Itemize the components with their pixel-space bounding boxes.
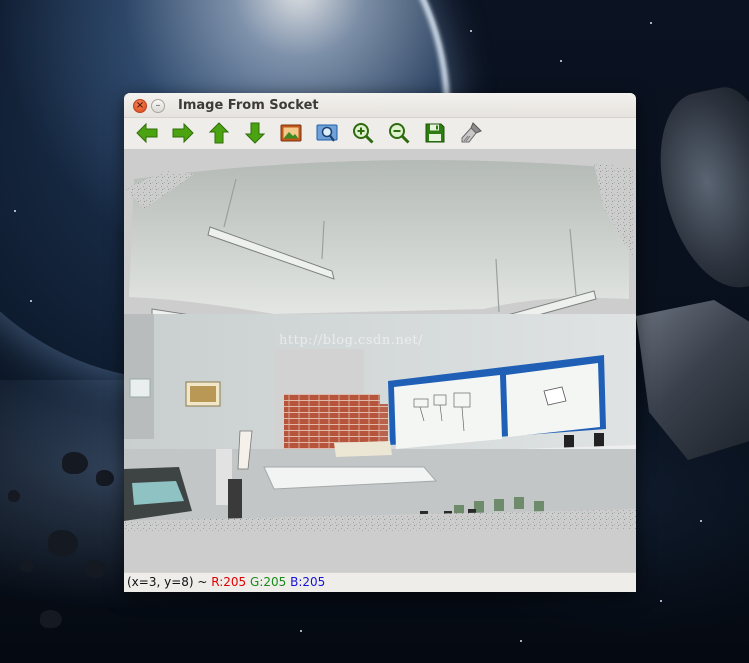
asteroid-graphic: [645, 80, 749, 300]
star: [300, 630, 302, 632]
status-green-value: G:205: [250, 575, 287, 589]
save-icon: [425, 123, 445, 143]
status-blue-value: B:205: [290, 575, 326, 589]
watermark-text: http://blog.csdn.net/: [279, 333, 423, 348]
image-viewer-window: × – Image From Socket http://blog.csdn.n…: [124, 93, 636, 592]
star: [14, 210, 16, 212]
arrow-up-icon: [208, 122, 230, 144]
image-canvas[interactable]: http://blog.csdn.net/: [124, 149, 636, 572]
rock-7: [8, 490, 20, 502]
brush-icon: [461, 122, 482, 143]
zoom-original-button[interactable]: [276, 119, 306, 147]
pan-down-button[interactable]: [240, 119, 270, 147]
zoom-out-icon: [389, 123, 410, 144]
save-button[interactable]: [420, 119, 450, 147]
star: [560, 60, 562, 62]
pan-right-button[interactable]: [168, 119, 198, 147]
star: [650, 22, 652, 24]
rock-6: [40, 610, 62, 628]
zoom-fit-icon: [316, 124, 338, 142]
zoom-out-button[interactable]: [384, 119, 414, 147]
depth-camera-image: [124, 160, 636, 572]
properties-button[interactable]: [456, 119, 486, 147]
spaceship-graphic: [636, 300, 749, 460]
arrow-right-icon: [172, 122, 194, 144]
rock-4: [20, 560, 34, 572]
star: [660, 600, 662, 602]
close-button[interactable]: ×: [133, 99, 147, 113]
window-title: Image From Socket: [178, 98, 319, 113]
toolbar: [124, 118, 636, 148]
arrow-left-icon: [136, 122, 158, 144]
star: [30, 300, 32, 302]
rock-3: [48, 530, 78, 556]
pan-up-button[interactable]: [204, 119, 234, 147]
zoom-fit-button[interactable]: [312, 119, 342, 147]
status-bar: (x=3, y=8) ~ R:205 G:205 B:205: [124, 572, 636, 592]
image-icon: [280, 124, 302, 142]
pan-left-button[interactable]: [132, 119, 162, 147]
minimize-button[interactable]: –: [151, 99, 165, 113]
star: [470, 30, 472, 32]
star: [520, 640, 522, 642]
arrow-down-icon: [244, 122, 266, 144]
zoom-in-icon: [353, 123, 374, 144]
title-bar[interactable]: × – Image From Socket: [124, 93, 636, 118]
star: [700, 520, 702, 522]
status-red-value: R:205: [211, 575, 247, 589]
rock-1: [62, 452, 88, 474]
rock-2: [96, 470, 114, 486]
zoom-in-button[interactable]: [348, 119, 378, 147]
rock-5: [86, 560, 106, 578]
status-coordinates: (x=3, y=8) ~: [127, 575, 212, 589]
